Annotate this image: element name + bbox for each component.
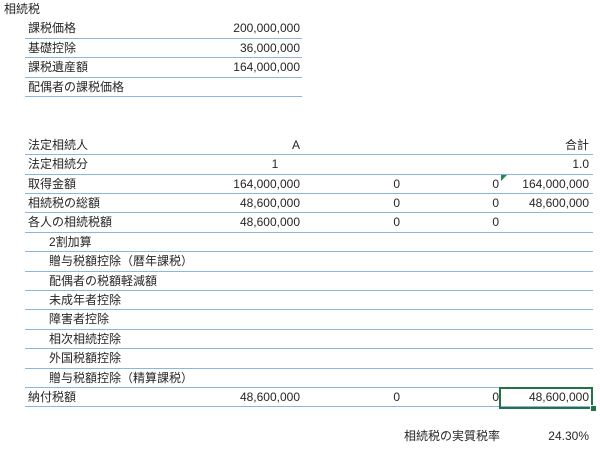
heir-c-cell[interactable]: 0 xyxy=(400,194,499,213)
heirs-row: 贈与税額控除（暦年課税） xyxy=(0,252,600,272)
total-header[interactable]: 合計 xyxy=(500,136,589,155)
heirs-row-label[interactable]: 障害者控除 xyxy=(49,310,109,329)
summary-row: 配偶者の課税価格 xyxy=(0,78,600,98)
summary-row: 課税価格 200,000,000 xyxy=(0,19,600,40)
heirs-row: 外国税額控除 xyxy=(0,349,600,369)
heirs-header-row: 法定相続人 A 合計 xyxy=(0,136,600,156)
heirs-row-label[interactable]: 外国税額控除 xyxy=(49,349,121,368)
heir-c-header[interactable] xyxy=(400,136,499,155)
heir-a-cell[interactable]: 48,600,000 xyxy=(200,213,300,232)
heir-b-cell[interactable] xyxy=(300,155,400,174)
heirs-row: 相次相続控除 xyxy=(0,330,600,350)
heir-b-header[interactable] xyxy=(300,136,400,155)
heir-b-cell[interactable]: 0 xyxy=(300,388,400,407)
total-cell[interactable] xyxy=(500,213,589,232)
fill-handle[interactable] xyxy=(590,405,597,412)
heirs-row: 贈与税額控除（精算課税） xyxy=(0,369,600,389)
total-cell-selected[interactable]: 48,600,000 xyxy=(500,388,589,407)
summary-value[interactable]: 164,000,000 xyxy=(200,58,300,77)
summary-value[interactable]: 200,000,000 xyxy=(200,19,300,38)
summary-label[interactable]: 課税価格 xyxy=(28,19,76,38)
spreadsheet-grid: 相続税 課税価格 200,000,000 基礎控除 36,000,000 課税遺… xyxy=(0,0,600,451)
heirs-row: 各人の相続税額 48,600,000 0 0 xyxy=(0,213,600,234)
heirs-row-label[interactable]: 納付税額 xyxy=(28,388,76,407)
heir-b-cell[interactable]: 0 xyxy=(300,175,400,194)
heirs-row-label[interactable]: 各人の相続税額 xyxy=(28,213,112,232)
heirs-row: 法定相続分 1 1.0 xyxy=(0,155,600,175)
heirs-header-label[interactable]: 法定相続人 xyxy=(28,136,88,155)
heirs-row-label[interactable]: 贈与税額控除（精算課税） xyxy=(49,369,193,388)
effective-rate-label[interactable]: 相続税の実質税率 xyxy=(404,427,500,446)
heirs-row: 2割加算 xyxy=(0,233,600,253)
heirs-row: 障害者控除 xyxy=(0,310,600,331)
heirs-row: 未成年者控除 xyxy=(0,291,600,311)
sheet-title[interactable]: 相続税 xyxy=(4,0,40,19)
heirs-row: 取得金額 164,000,000 0 0 164,000,000 xyxy=(0,175,600,195)
total-cell[interactable]: 48,600,000 xyxy=(500,194,589,213)
sheet-title-row: 相続税 xyxy=(0,0,600,19)
heir-a-header[interactable]: A xyxy=(200,136,300,155)
summary-row: 課税遺産額 164,000,000 xyxy=(0,58,600,78)
heirs-row-label[interactable]: 相次相続控除 xyxy=(49,330,121,349)
heirs-row-label[interactable]: 未成年者控除 xyxy=(49,291,121,310)
heirs-row-label[interactable]: 法定相続分 xyxy=(28,155,88,174)
heirs-row: 相続税の総額 48,600,000 0 0 48,600,000 xyxy=(0,194,600,214)
heirs-row-label[interactable]: 取得金額 xyxy=(28,175,76,194)
heirs-row: 納付税額 48,600,000 0 0 48,600,000 xyxy=(0,388,600,408)
heir-c-cell[interactable]: 0 xyxy=(400,175,499,194)
summary-label[interactable]: 課税遺産額 xyxy=(28,58,88,77)
heirs-row-label[interactable]: 配偶者の税額軽減額 xyxy=(49,272,157,291)
heir-a-cell[interactable]: 48,600,000 xyxy=(200,388,300,407)
summary-label[interactable]: 基礎控除 xyxy=(28,39,76,58)
total-cell[interactable]: 1.0 xyxy=(500,155,589,174)
heirs-row: 配偶者の税額軽減額 xyxy=(0,272,600,292)
heir-a-cell[interactable]: 164,000,000 xyxy=(200,175,300,194)
heir-b-cell[interactable]: 0 xyxy=(300,213,400,232)
heir-b-cell[interactable]: 0 xyxy=(300,194,400,213)
summary-row: 基礎控除 36,000,000 xyxy=(0,39,600,59)
summary-label[interactable]: 配偶者の課税価格 xyxy=(28,78,124,97)
total-cell[interactable]: 164,000,000 xyxy=(500,175,589,194)
error-indicator-icon xyxy=(501,175,507,181)
heir-c-cell[interactable] xyxy=(400,155,499,174)
summary-value[interactable] xyxy=(200,78,300,97)
summary-value[interactable]: 36,000,000 xyxy=(200,39,300,58)
heirs-row-label[interactable]: 相続税の総額 xyxy=(28,194,100,213)
heirs-row-label[interactable]: 贈与税額控除（暦年課税） xyxy=(49,252,193,271)
heir-a-cell[interactable]: 1 xyxy=(250,155,300,174)
heir-c-cell[interactable]: 0 xyxy=(400,388,499,407)
effective-rate-value[interactable]: 24.30% xyxy=(500,427,589,446)
heir-c-cell[interactable]: 0 xyxy=(400,213,499,232)
heir-a-cell[interactable]: 48,600,000 xyxy=(200,194,300,213)
heirs-row-label[interactable]: 2割加算 xyxy=(49,233,92,252)
effective-rate-row: 相続税の実質税率 24.30% xyxy=(0,427,600,446)
